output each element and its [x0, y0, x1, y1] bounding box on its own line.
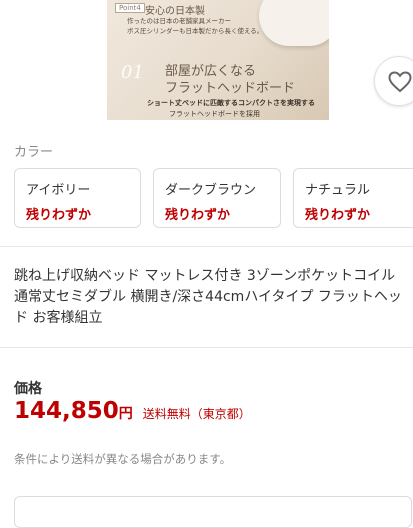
banner-caption: 安心の日本製	[145, 6, 205, 17]
stock-status: 残りわずか	[165, 208, 231, 223]
color-option-name: ナチュラル	[305, 183, 371, 198]
next-section-box[interactable]	[14, 496, 412, 528]
color-option-name: ダークブラウン	[165, 183, 257, 198]
price-row: 144,850円 送料無料（東京都）	[14, 398, 251, 424]
stock-status: 残りわずか	[305, 208, 371, 223]
favorite-button[interactable]	[374, 56, 413, 106]
color-option-natural[interactable]: ナチュラル 残りわずか	[293, 168, 413, 228]
banner-number: 01	[121, 62, 144, 83]
heart-icon	[388, 71, 412, 93]
divider	[0, 246, 413, 247]
color-option-dark-brown[interactable]: ダークブラウン 残りわずか	[153, 168, 281, 228]
banner-text-1: 作ったのは日本の老舗家具メーカー	[127, 17, 231, 25]
stock-status: 残りわずか	[26, 208, 92, 223]
color-section-label: カラー	[14, 145, 54, 160]
divider	[0, 347, 413, 348]
price-label: 価格	[14, 381, 42, 397]
banner-headline-2: フラットヘッドボード	[165, 81, 296, 96]
color-option-name: アイボリー	[26, 183, 91, 198]
shipping-info-link[interactable]: 送料無料（東京都）	[143, 407, 251, 421]
color-option-ivory[interactable]: アイボリー 残りわずか	[14, 168, 141, 228]
product-title: 跳ね上げ収納ベッド マットレス付き 3ゾーンポケットコイル 通常丈セミダブル 横…	[14, 268, 402, 326]
price-value: 144,850	[14, 398, 119, 424]
price-unit: 円	[118, 406, 133, 422]
point-badge: Point4	[115, 3, 145, 13]
banner-text-2: ボス圧シリンダーも日本製だから長く使える。	[127, 27, 264, 35]
shipping-condition-note: 条件により送料が異なる場合があります。	[14, 452, 232, 466]
product-image[interactable]: Point4 安心の日本製 作ったのは日本の老舗家具メーカー ボス圧シリンダーも…	[107, 0, 329, 120]
banner-subtext-2: フラットヘッドボードを採用	[169, 110, 260, 118]
banner-subtext-1: ショート丈ベッドに匹敵するコンパクトさを実現する	[147, 99, 315, 107]
